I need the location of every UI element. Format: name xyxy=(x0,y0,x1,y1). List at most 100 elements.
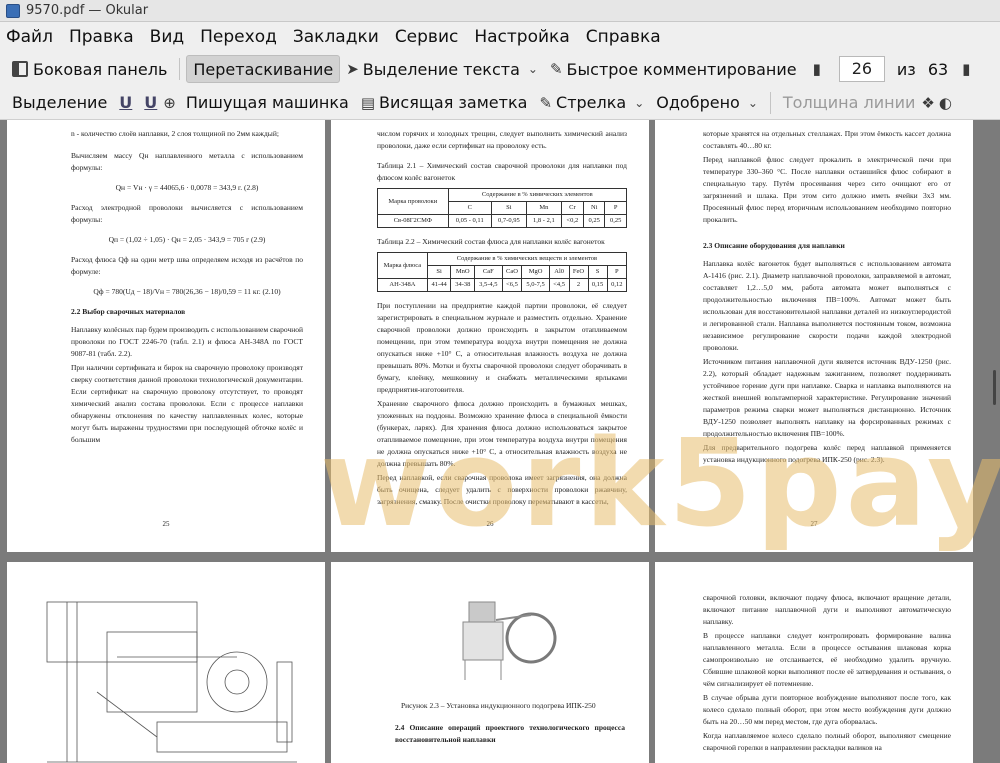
table-cell: Cr xyxy=(560,201,584,215)
page-26: числом горячих и холодных трещин, следуе… xyxy=(331,120,649,552)
side-panel-label: Боковая панель xyxy=(33,59,168,79)
drag-mode-label: Перетаскивание xyxy=(193,59,334,79)
quick-comment-button[interactable]: ✎ Быстрое комментирование xyxy=(544,55,803,83)
stamp-button[interactable]: Одобрено ⌄ xyxy=(650,89,764,117)
table-cell: Содержание в % химических веществ и элем… xyxy=(426,252,628,266)
table-cell: Марка проволоки xyxy=(377,188,449,215)
text-line: Расход электродной проволоки вычисляется… xyxy=(71,203,303,224)
table-cell: АН-348А xyxy=(377,278,428,292)
previous-page-icon[interactable]: ▮ xyxy=(813,60,821,78)
arrow-button[interactable]: ✎ Стрелка ⌄ xyxy=(533,89,650,117)
table-cell: P xyxy=(604,201,627,215)
table-cell: Si xyxy=(490,201,527,215)
menu-tools[interactable]: Сервис xyxy=(395,27,459,47)
underline-icon[interactable]: U xyxy=(119,93,132,112)
page-28 xyxy=(7,562,325,763)
main-toolbar: Боковая панель Перетаскивание ➤ Выделение… xyxy=(0,52,1000,86)
table-cell: Содержание в % химических элементов xyxy=(447,188,628,202)
page-number: 26 xyxy=(486,520,494,528)
highlight-button[interactable]: Выделение xyxy=(6,89,113,117)
table-cell: MnO xyxy=(450,265,476,279)
text-line: Расход флюса Qф на один метр шва определ… xyxy=(71,255,303,276)
table-cell: C xyxy=(447,201,492,215)
chevron-down-icon[interactable]: ⌄ xyxy=(634,96,644,110)
formula: Qн = Vн · γ = 44065,6 · 0,0078 = 343,9 г… xyxy=(115,183,259,192)
page-number: 25 xyxy=(162,520,170,528)
chevron-down-icon[interactable]: ⌄ xyxy=(748,96,758,110)
table-cell: Si xyxy=(426,265,452,279)
title-bar: 9570.pdf — Okular xyxy=(0,0,1000,22)
scrollbar-thumb[interactable] xyxy=(993,370,996,405)
page-number-input[interactable]: 26 xyxy=(838,56,885,82)
menu-settings[interactable]: Настройка xyxy=(474,27,569,47)
side-panel-button[interactable]: Боковая панель xyxy=(6,55,173,83)
menu-help[interactable]: Справка xyxy=(586,27,661,47)
table-cell: 0,25 xyxy=(604,214,627,228)
pen-icon: ✎ xyxy=(549,60,563,78)
welding-machine-drawing xyxy=(46,601,297,763)
next-page-icon[interactable]: ▮ xyxy=(962,60,970,78)
menu-view[interactable]: Вид xyxy=(150,27,184,47)
table-cell: Ni xyxy=(582,201,606,215)
page-29: Рисунок 2.3 – Установка индукционного по… xyxy=(331,562,649,763)
color-icon[interactable]: ❖ xyxy=(921,94,934,112)
paragraph: В процессе наплавки следует контролирова… xyxy=(703,631,951,688)
table-caption: Таблица 2.2 – Химический состав флюса дл… xyxy=(377,237,605,246)
annotation-toolbar: Выделение U U ⊕ Пишущая машинка ▤ Висящая… xyxy=(0,86,1000,120)
formula: Qф = 780(Uд − 18)/Vн = 780(26,36 − 18)/0… xyxy=(93,287,281,296)
paragraph: Хранение сварочного флюса должно происхо… xyxy=(377,399,627,468)
paragraph: которые хранятся на отдельных стеллажах.… xyxy=(703,129,951,150)
typewriter-button[interactable]: Пишущая машинка xyxy=(180,89,355,117)
table-cell: 0,05 - 0,11 xyxy=(447,214,492,228)
cursor-arrow-icon: ➤ xyxy=(346,60,359,78)
table-cell: 34-38 xyxy=(450,278,476,292)
figure-caption: Рисунок 2.3 – Установка индукционного по… xyxy=(401,701,596,710)
formula: Qп = (1,02 ÷ 1,05) · Qн = 2,05 · 343,9 =… xyxy=(108,235,266,244)
page-25: n - количество слоёв наплавки, 2 слоя то… xyxy=(7,120,325,552)
paragraph: Источником питания наплавочной дуги явля… xyxy=(703,357,951,438)
line-width-button[interactable]: Толщина линии xyxy=(777,89,922,117)
menu-bookmarks[interactable]: Закладки xyxy=(293,27,379,47)
pen-icon: ✎ xyxy=(539,93,553,112)
table-cell: <0,2 xyxy=(560,214,584,228)
table-cell: 2 xyxy=(568,278,589,292)
chevron-down-icon[interactable]: ⌄ xyxy=(528,62,538,76)
table-cell: P xyxy=(606,265,628,279)
stamp-label: Одобрено xyxy=(656,93,740,112)
vertical-scrollbar[interactable] xyxy=(992,125,998,755)
text-select-button[interactable]: ➤ Выделение текста ⌄ xyxy=(340,55,544,83)
drag-mode-button[interactable]: Перетаскивание xyxy=(186,55,341,83)
menu-file[interactable]: Файл xyxy=(6,27,53,47)
table-cell: Mn xyxy=(525,201,562,215)
table-cell: 0,7-0,95 xyxy=(490,214,527,228)
opacity-icon[interactable]: ◐ xyxy=(939,94,952,112)
table-cell: Al0 xyxy=(548,265,570,279)
page-30: сварочной головки, включают подачу флюса… xyxy=(655,562,973,763)
paragraph: сварочной головки, включают подачу флюса… xyxy=(703,593,951,626)
page-of-label: из xyxy=(896,59,916,79)
table-cell: <4,5 xyxy=(548,278,570,292)
window-title: 9570.pdf — Okular xyxy=(26,3,149,18)
induction-heater-photo xyxy=(462,601,557,680)
page-27: которые хранятся на отдельных стеллажах.… xyxy=(655,120,973,552)
table-cell: 0,25 xyxy=(582,214,606,228)
table-cell: FeO xyxy=(568,265,589,279)
toolbar-separator xyxy=(179,58,181,80)
paragraph: При наличии сертификата и бирок на сваро… xyxy=(71,363,303,444)
strikeout-icon[interactable]: ⊕ xyxy=(163,94,176,112)
arrow-label: Стрелка xyxy=(556,93,627,112)
menu-edit[interactable]: Правка xyxy=(69,27,134,47)
page-total-label: 63 xyxy=(927,59,949,79)
table-cell: 3,5-4,5 xyxy=(474,278,503,292)
squiggle-icon[interactable]: U xyxy=(144,93,157,112)
table-cell: 1,8 - 2,1 xyxy=(525,214,562,228)
side-panel-icon xyxy=(12,61,28,77)
section-heading: 2.4 Описание операций проектного техноло… xyxy=(395,723,625,744)
sticky-note-button[interactable]: ▤ Висящая заметка xyxy=(355,89,534,117)
paragraph: В случае обрыва дуги повторное возбужден… xyxy=(703,693,951,726)
document-view[interactable]: n - количество слоёв наплавки, 2 слоя то… xyxy=(0,120,1000,763)
text-select-label: Выделение текста xyxy=(362,59,520,79)
menu-go[interactable]: Переход xyxy=(200,27,277,47)
table-cell: Марка флюса xyxy=(377,252,428,279)
highlight-label: Выделение xyxy=(12,93,108,112)
